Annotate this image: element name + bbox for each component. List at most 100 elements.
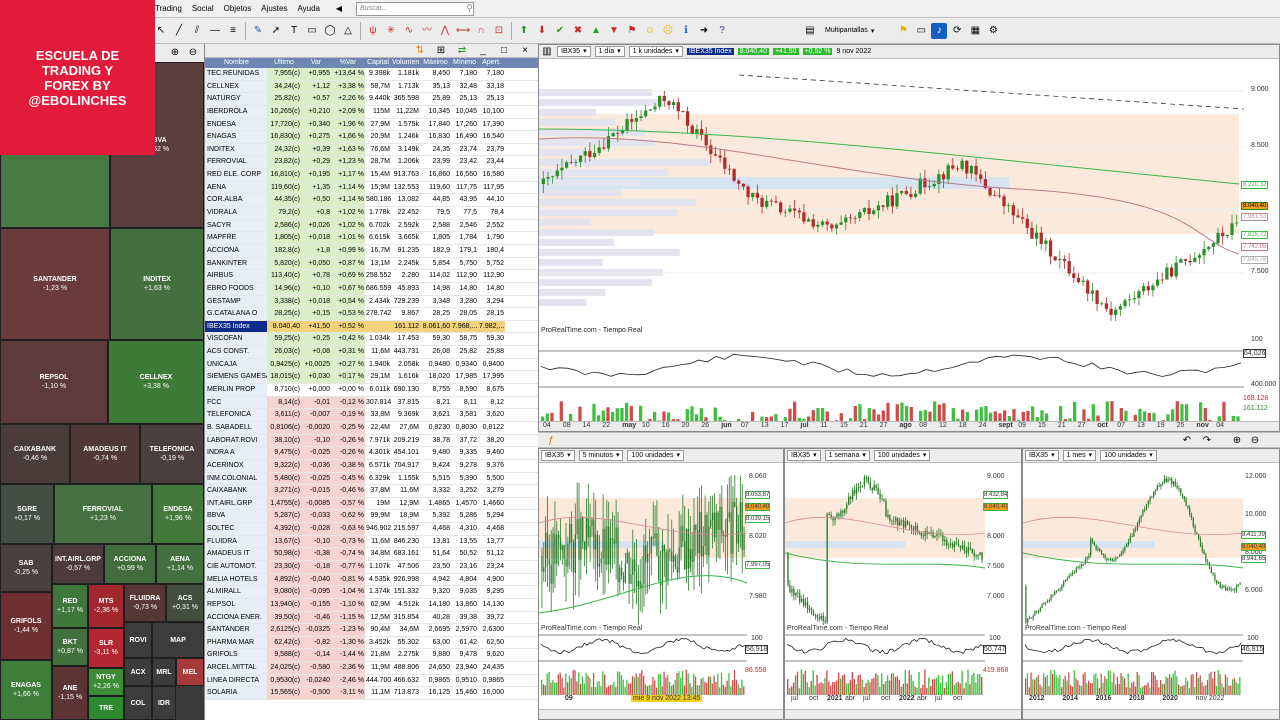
zigzag-icon[interactable]: ⋀ [437,23,453,39]
table-row[interactable]: GRIFOLS 9,588(c) -0,14 -1,44 % 21,8M 2.275k 9,… [205,649,538,663]
table-row[interactable]: CAIXABANK 3,271(c) -0,015 -0,46 % 37,8M 11,6M… [205,485,538,498]
column-header[interactable]: Capital [365,58,391,68]
flag-icon[interactable]: ⚑ [624,23,640,39]
table-row[interactable]: FCC 8,14(c) -0,01 -0,12 % 307.814 37.815 8,21 8… [205,396,538,410]
magnet-icon[interactable]: ∩ [473,23,489,39]
line-tool-icon[interactable]: ╱ [171,23,187,39]
heatmap-tile-mrl[interactable]: MRL [152,658,176,686]
chart-type-icon[interactable]: ▥ [542,45,552,60]
heatmap-tile-int-airl-grp[interactable]: INT.AIRL.GRP -0,57 % [52,544,104,584]
table-row[interactable]: B. SABADELL 0,8106(c) -0,0020 -0,25 % 22,4M 2… [205,421,538,435]
comment-icon[interactable]: ▭ [913,23,929,39]
table-row[interactable]: AIRBUS 113,40(c) +0,78 +0,69 % 258.552 2.280 1… [205,270,538,283]
table-row[interactable]: REPSOL 13,940(c) -0,155 -1,10 % 62,9M 4.512k 1… [205,598,538,612]
menu-social[interactable]: Social [187,0,219,18]
table-row[interactable]: ACCIONA 182,8(c) +1,8 +0,99 % 16,7M 91.235 182… [205,244,538,258]
fibonacci-icon[interactable]: ≡ [225,23,241,39]
heatmap-tile-fluidra[interactable]: FLUIDRA -0,73 % [124,584,166,622]
table-row[interactable]: G.CATALANA O 28,25(c) +0,15 +0,53 % 278.742 9… [205,308,538,321]
menu-objetos[interactable]: Objetos [219,0,257,18]
column-header[interactable]: Apert. [478,58,505,68]
column-header[interactable]: Nombre [205,58,267,68]
zoom-out-icon[interactable]: ⊖ [1247,433,1263,449]
timeframe-selector[interactable]: 5 minutos ▾ [578,450,624,461]
heatmap-tile-grifols[interactable]: GRIFOLS -1,44 % [0,592,52,660]
pencil-icon[interactable]: ✎ [250,23,266,39]
heatmap-tile-red[interactable]: RED +1,17 % [52,584,88,628]
heatmap-tile-endesa[interactable]: ENDESA +1,96 % [152,484,204,544]
text-tool-icon[interactable]: T [286,23,302,39]
thumbs-up-icon[interactable]: ▲ [588,23,604,39]
heatmap-tile-aena[interactable]: AENA +1,14 % [156,544,204,584]
table-row[interactable]: SANTANDER 2,6125(c) -0,0325 -1,23 % 90,4M 34,… [205,624,538,637]
table-row[interactable]: ACCIONA ENER. 39,50(c) -0,46 -1,15 % 12,5M 31… [205,611,538,625]
redo-icon[interactable]: ↷ [1199,433,1215,449]
table-row[interactable]: SIEMENS GAMESA 18,015(c) +0,030 +0,17 % 29,1… [205,371,538,385]
symbol-selector[interactable]: IBX35 ▾ [1025,450,1059,461]
gann-icon[interactable]: ✳ [383,23,399,39]
table-row[interactable]: MELIA HOTELS 4,892(c) -0,040 -0,81 % 4.535k 9… [205,573,538,587]
cycle-icon[interactable]: ∿ [401,23,417,39]
table-row[interactable]: LABORAT.ROVI 38,10(c) -0,10 -0,26 % 7.971k 20… [205,434,538,448]
symbol-selector[interactable]: IBX35 ▾ [557,46,591,57]
heatmap-tile-idr[interactable]: IDR [152,686,176,720]
heatmap-tile-inditex[interactable]: INDITEX +1,63 % [110,228,204,340]
table-row[interactable]: MERLIN PROP 8,710(c) +0,000 +0,00 % 6.011k 69… [205,384,538,397]
heatmap-tile-telefonica[interactable]: TELEFONICA -0,19 % [140,424,204,484]
table-row[interactable]: FLUIDRA 13,67(c) -0,10 -0,73 % 11,6M 846.230 1… [205,535,538,549]
arrow-up-icon[interactable]: ⬆ [516,23,532,39]
search-icon[interactable]: ⚲ [466,3,473,14]
table-row[interactable]: ENDESA 17,720(c) +0,340 +1,96 % 27,9M 1.575k 1… [205,118,538,132]
channel-tool-icon[interactable]: ⫽ [189,23,205,39]
maximize-icon[interactable]: □ [496,43,512,59]
pitchfork-icon[interactable]: ψ [365,23,381,39]
lock-icon[interactable]: ⊡ [491,23,507,39]
info-icon[interactable]: ℹ [678,23,694,39]
cross-icon[interactable]: ✖ [570,23,586,39]
table-row[interactable]: CELLNEX 34,24(c) +1,12 +3,38 % 58,7M 1.713k 35… [205,80,538,94]
column-header[interactable]: Mínimo [451,58,478,68]
table-row[interactable]: INDRA A 9,475(c) -0,025 -0,26 % 4.301k 454.10… [205,447,538,460]
horizontal-line-icon[interactable]: — [207,23,223,39]
undo-icon[interactable]: ↶ [1179,433,1195,449]
symbol-selector[interactable]: IBX35 ▾ [787,450,821,461]
cursor-icon[interactable]: ↖ [153,23,169,39]
heatmap-tile-ferrovial[interactable]: FERROVIAL +1,23 % [54,484,152,544]
table-row[interactable]: AENA 119,60(c) +1,35 +1,14 % 15,9M 132.553 119… [205,181,538,195]
check-icon[interactable]: ✔ [552,23,568,39]
smiley-icon[interactable]: ☺ [642,23,658,39]
zoom-in-icon[interactable]: ⊕ [1229,433,1245,449]
heatmap-tile-bkt[interactable]: BKT +0,87 % [52,628,88,666]
heatmap-tile-ane[interactable]: ANE -1,15 % [52,666,88,720]
table-row[interactable]: BBVA 5,287(c) -0,033 -0,62 % 99,9M 18,9M 5,392… [205,510,538,524]
heatmap-tile-ntgy[interactable]: NTGY +2,26 % [88,668,124,696]
heatmap-tile-map[interactable]: MAP [152,622,204,658]
multiscreen-selector[interactable]: Multipantallas ▾ [825,27,874,35]
symbol-selector[interactable]: IBX35 ▾ [541,450,575,461]
table-row[interactable]: INT.AIRL.GRP 1,4755(c) -0,0085 -0,57 % 19M 12… [205,497,538,511]
back-icon[interactable]: ◀ [331,1,347,17]
heatmap-tile-acs[interactable]: ACS +0,31 % [166,584,204,622]
heatmap-tile-rovi[interactable]: ROVI [124,622,152,658]
heatmap-tile-col[interactable]: COL [124,686,152,720]
table-row[interactable]: INDITEX 24,32(c) +0,39 +1,63 % 76,6M 3.149k 24… [205,143,538,157]
units-selector[interactable]: 1 k unidades ▾ [628,46,683,57]
ellipse-tool-icon[interactable]: ◯ [322,23,338,39]
column-header[interactable]: Volumen [391,58,420,68]
heatmap-tile-enagas[interactable]: ENAGAS +1,66 % [0,660,52,720]
table-row[interactable]: FERROVIAL 23,82(c) +0,29 +1,23 % 28,7M 1.206k… [205,156,538,170]
speaker-icon[interactable]: ♪ [931,22,948,39]
heatmap-tile-repsol[interactable]: REPSOL -1,10 % [0,340,108,424]
table-row[interactable]: ACS CONST. 26,03(c) +0,08 +0,31 % 11,6M 443.7… [205,346,538,359]
table-row[interactable]: GESTAMP 3,338(c) +0,018 +0,54 % 2.434k 729.23… [205,295,538,309]
column-header[interactable]: %Var [331,58,365,68]
timeframe-selector[interactable]: 1 mes ▾ [1062,450,1097,461]
heatmap-tile-caixabank[interactable]: CAIXABANK -0,46 % [0,424,70,484]
table-row[interactable]: ENAGAS 16,830(c) +0,275 +1,66 % 20,9M 1.246k 1… [205,131,538,144]
table-row[interactable]: AMADEUS IT 50,98(c) -0,38 -0,74 % 34,8M 683.1… [205,548,538,561]
table-row[interactable]: IBERDROLA 10,265(c) +0,210 +2,09 % 115M 11,22… [205,105,538,119]
heatmap-tile-mts[interactable]: MTS -2,36 % [88,584,124,628]
column-header[interactable]: Último [267,58,301,68]
table-row[interactable]: CIE AUTOMOT. 23,30(c) -0,18 -0,77 % 1.107k 47… [205,560,538,574]
table-row[interactable]: SOLARIA 15,565(c) -0,500 -3,11 % 11,1M 713.87… [205,687,538,701]
